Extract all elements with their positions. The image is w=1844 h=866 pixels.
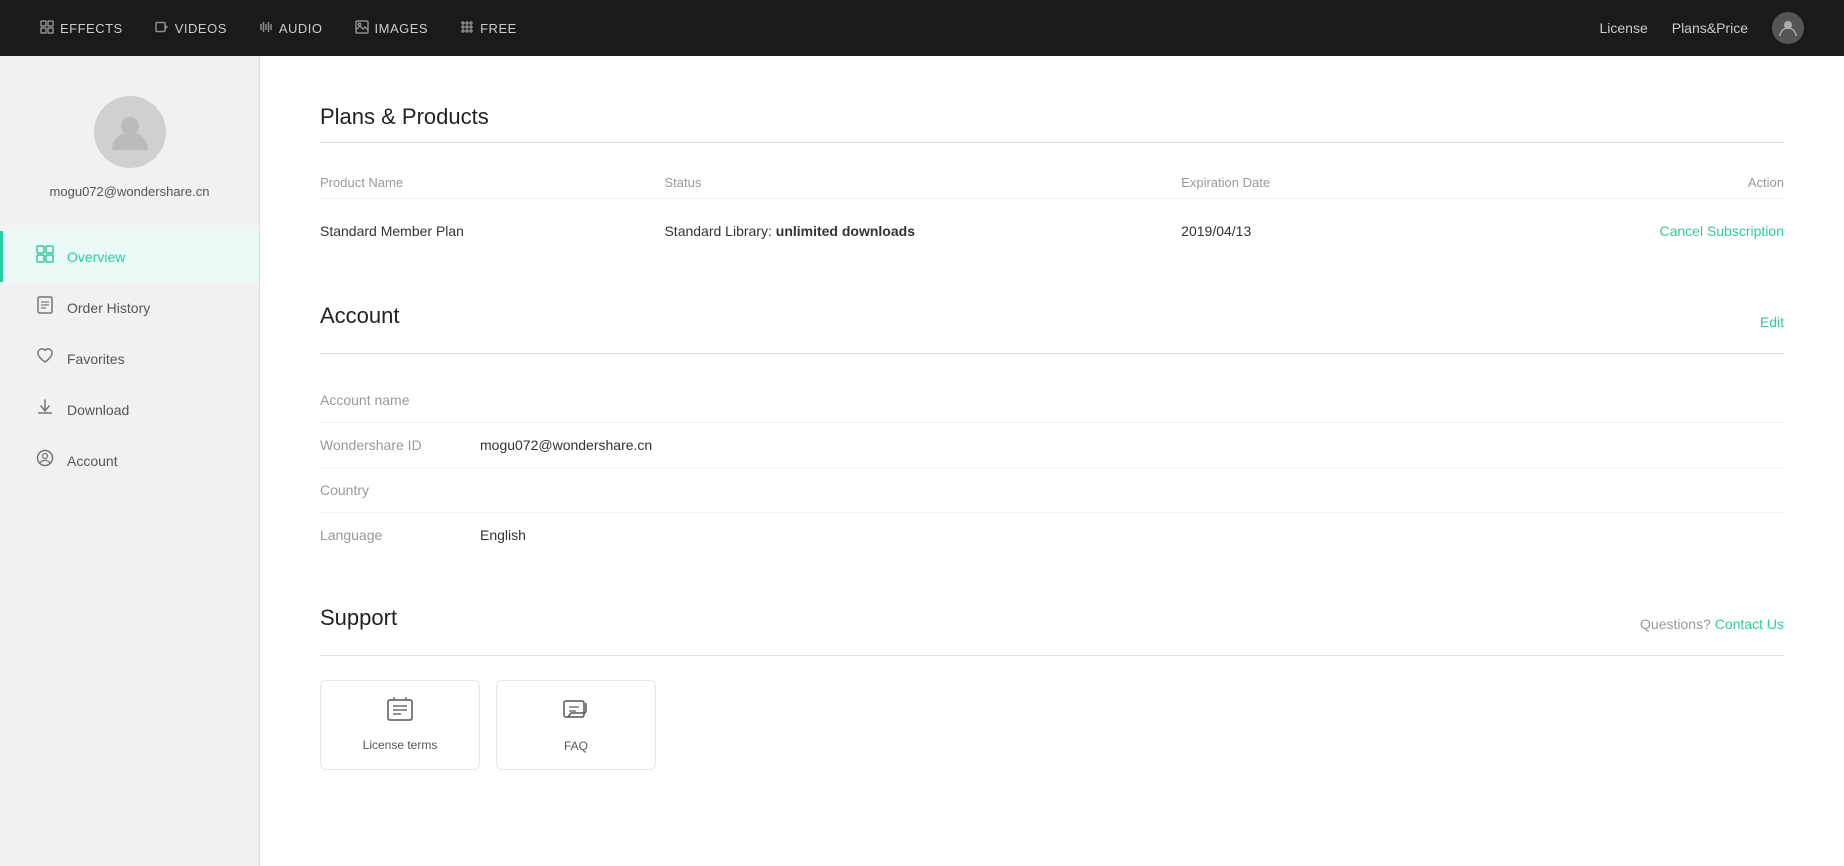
audio-icon xyxy=(259,20,273,37)
sidebar: mogu072@wondershare.cn Overview xyxy=(0,56,260,866)
license-terms-card[interactable]: License terms xyxy=(320,680,480,770)
faq-icon xyxy=(562,697,590,731)
account-section-header: Account Edit xyxy=(320,303,1784,341)
support-section: Support Questions? Contact Us xyxy=(320,605,1784,770)
plans-price-link[interactable]: Plans&Price xyxy=(1672,20,1748,36)
header-status: Status xyxy=(664,175,1181,190)
overview-icon xyxy=(35,245,55,268)
plan-product-name: Standard Member Plan xyxy=(320,223,664,239)
account-divider xyxy=(320,353,1784,354)
plans-table-header: Product Name Status Expiration Date Acti… xyxy=(320,167,1784,199)
license-terms-icon xyxy=(386,696,414,730)
country-label: Country xyxy=(320,482,480,498)
support-section-header: Support Questions? Contact Us xyxy=(320,605,1784,643)
nav-effects[interactable]: EFFECTS xyxy=(40,20,123,37)
images-icon xyxy=(355,20,369,37)
nav-audio[interactable]: AUDIO xyxy=(259,20,323,37)
edit-account-link[interactable]: Edit xyxy=(1760,314,1784,330)
header-expiration: Expiration Date xyxy=(1181,175,1525,190)
account-icon xyxy=(35,449,55,472)
wondershare-id-value: mogu072@wondershare.cn xyxy=(480,437,1784,453)
cancel-subscription-link[interactable]: Cancel Subscription xyxy=(1526,223,1784,239)
plans-divider xyxy=(320,142,1784,143)
sidebar-avatar xyxy=(94,96,166,168)
nav-videos[interactable]: VIDEOS xyxy=(155,20,227,37)
favorites-icon xyxy=(35,347,55,370)
sidebar-avatar-wrapper xyxy=(0,96,259,168)
account-name-field: Account name xyxy=(320,378,1784,423)
wondershare-id-field: Wondershare ID mogu072@wondershare.cn xyxy=(320,423,1784,468)
language-value: English xyxy=(480,527,1784,543)
header-action: Action xyxy=(1526,175,1784,190)
free-icon xyxy=(460,20,474,37)
user-avatar[interactable] xyxy=(1772,12,1804,44)
language-field: Language English xyxy=(320,513,1784,557)
account-section-title: Account xyxy=(320,303,400,329)
sidebar-navigation: Overview Order History xyxy=(0,231,259,486)
license-link[interactable]: License xyxy=(1599,20,1647,36)
header-product-name: Product Name xyxy=(320,175,664,190)
main-content: Plans & Products Product Name Status Exp… xyxy=(260,56,1844,866)
language-label: Language xyxy=(320,527,480,543)
nav-free[interactable]: FREE xyxy=(460,20,517,37)
plan-status: Standard Library: unlimited downloads xyxy=(664,223,1181,239)
videos-icon xyxy=(155,20,169,37)
account-name-value xyxy=(480,392,1784,408)
download-icon xyxy=(35,398,55,421)
sidebar-item-overview[interactable]: Overview xyxy=(0,231,259,282)
country-value xyxy=(480,482,1784,498)
account-fields: Account name Wondershare ID mogu072@wond… xyxy=(320,378,1784,557)
sidebar-item-favorites[interactable]: Favorites xyxy=(0,333,259,384)
main-layout: mogu072@wondershare.cn Overview xyxy=(0,56,1844,866)
support-section-title: Support xyxy=(320,605,397,631)
plans-section-title: Plans & Products xyxy=(320,104,1784,130)
plans-table-row: Standard Member Plan Standard Library: u… xyxy=(320,207,1784,255)
nav-links-right: License Plans&Price xyxy=(1599,12,1804,44)
account-name-label: Account name xyxy=(320,392,480,408)
nav-links-left: EFFECTS VIDEOS AUDIO xyxy=(40,20,517,37)
contact-us-link[interactable]: Contact Us xyxy=(1715,616,1784,632)
account-section: Account Edit Account name Wondershare ID… xyxy=(320,303,1784,557)
support-divider xyxy=(320,655,1784,656)
sidebar-item-download[interactable]: Download xyxy=(0,384,259,435)
top-navigation: EFFECTS VIDEOS AUDIO xyxy=(0,0,1844,56)
questions-text: Questions? Contact Us xyxy=(1640,616,1784,632)
sidebar-item-order-history[interactable]: Order History xyxy=(0,282,259,333)
order-history-icon xyxy=(35,296,55,319)
support-cards-container: License terms FAQ xyxy=(320,680,1784,770)
nav-images[interactable]: IMAGES xyxy=(355,20,429,37)
wondershare-id-label: Wondershare ID xyxy=(320,437,480,453)
sidebar-item-account[interactable]: Account xyxy=(0,435,259,486)
country-field: Country xyxy=(320,468,1784,513)
sidebar-email: mogu072@wondershare.cn xyxy=(0,184,259,199)
effects-icon xyxy=(40,20,54,37)
plans-products-section: Plans & Products Product Name Status Exp… xyxy=(320,104,1784,255)
faq-card[interactable]: FAQ xyxy=(496,680,656,770)
plan-expiration-date: 2019/04/13 xyxy=(1181,223,1525,239)
